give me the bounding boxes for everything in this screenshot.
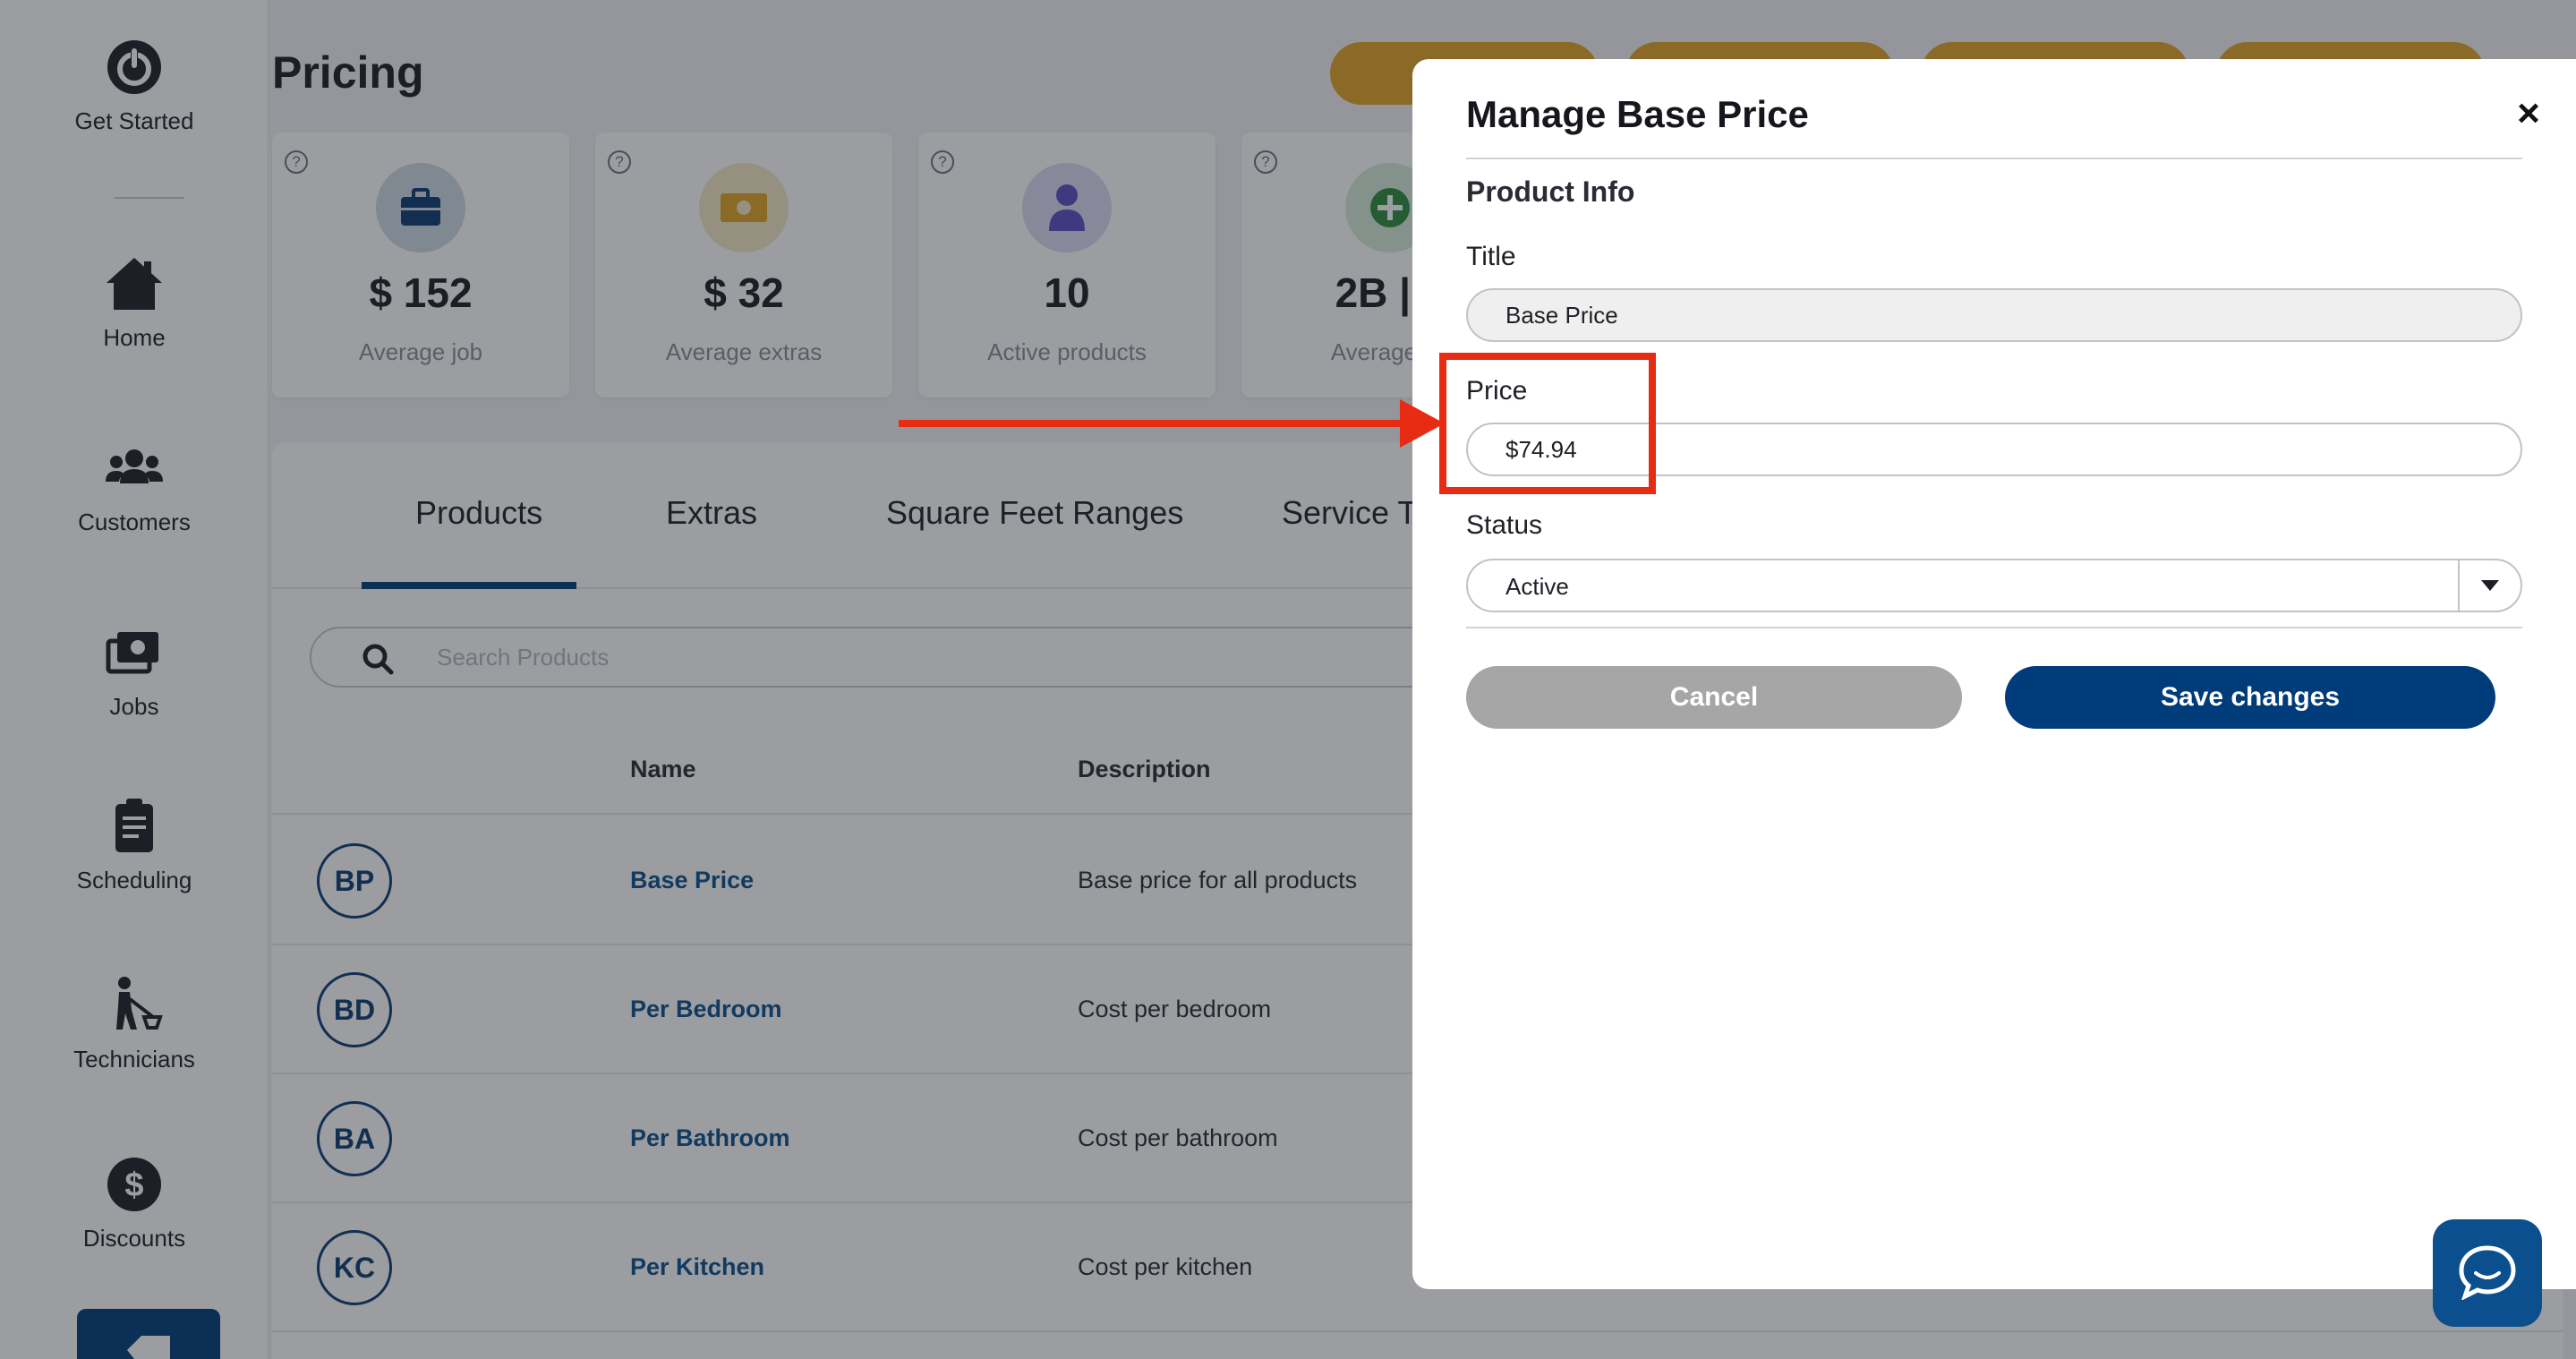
chat-button[interactable] <box>2433 1219 2542 1327</box>
annotation-highlight-box <box>1439 353 1656 494</box>
annotation-arrow <box>899 399 1445 448</box>
status-select-value: Active <box>1506 573 1569 600</box>
title-label: Title <box>1466 242 1516 271</box>
title-field[interactable] <box>1466 288 2522 342</box>
cancel-button[interactable]: Cancel <box>1466 666 1962 729</box>
save-changes-button[interactable]: Save changes <box>2005 666 2495 729</box>
close-icon[interactable]: × <box>2504 90 2553 138</box>
dialog-title: Manage Base Price <box>1466 93 1809 135</box>
manage-base-price-dialog: Manage Base Price × Product Info Title P… <box>1412 59 2576 1289</box>
select-separator <box>2458 560 2460 611</box>
status-label: Status <box>1466 510 1543 540</box>
app-root: Get Started Home Customers Jobs Scheduli… <box>0 0 2576 1359</box>
chevron-down-icon[interactable] <box>2479 577 2501 594</box>
divider <box>1466 627 2522 628</box>
chat-icon <box>2459 1245 2516 1300</box>
divider <box>1466 158 2522 159</box>
status-select[interactable]: Active <box>1466 559 2522 612</box>
section-title: Product Info <box>1466 175 1635 208</box>
